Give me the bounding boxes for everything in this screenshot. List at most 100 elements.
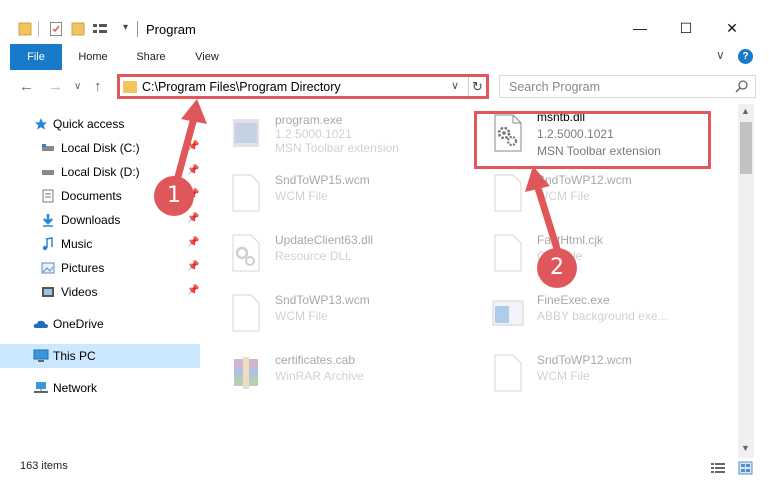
search-input[interactable]: Search Program <box>509 80 600 94</box>
blank-file-icon <box>232 174 260 212</box>
drive-icon <box>42 144 54 151</box>
address-path[interactable]: C:\Program Files\Program Directory <box>142 80 341 94</box>
vertical-scrollbar[interactable]: ▲ ▼ <box>738 104 754 458</box>
step-badge-2: 2 <box>537 248 577 288</box>
downloads-icon <box>43 214 53 227</box>
file-description: MSN Toolbar extension <box>275 141 399 155</box>
file-item-sndtowp12-wcm[interactable]: SndToWP12.wcm WCM File <box>477 165 712 221</box>
folder-icon[interactable] <box>18 21 32 37</box>
file-item-fasthtml-cjk[interactable]: FastHtml.cjk CJK File <box>477 225 712 281</box>
customize-toolbar-icon[interactable]: ▾ <box>123 22 128 33</box>
sidebar-item-network[interactable]: Network <box>0 376 200 400</box>
sidebar-item-music[interactable]: Music 📌 <box>0 232 200 256</box>
scroll-up-icon[interactable]: ▲ <box>741 106 750 116</box>
sidebar-item-onedrive[interactable]: OneDrive <box>0 312 200 336</box>
sidebar-item-pictures[interactable]: Pictures 📌 <box>0 256 200 280</box>
pin-icon[interactable]: 📌 <box>187 285 199 296</box>
step-badge-1: 1 <box>154 176 194 216</box>
file-name: FineExec.exe <box>537 293 610 307</box>
tab-share[interactable]: Share <box>128 44 174 70</box>
blank-file-icon <box>232 294 260 332</box>
recent-locations-button[interactable]: ∨ <box>74 81 81 92</box>
pictures-icon <box>41 262 55 274</box>
window-title: Program <box>146 22 196 37</box>
back-button[interactable]: ← <box>19 78 34 95</box>
scroll-thumb[interactable] <box>740 122 752 174</box>
forward-button[interactable]: → <box>48 78 63 95</box>
title-bar: ▾ Program — ☐ ✕ <box>0 0 769 40</box>
pin-icon[interactable]: 📌 <box>187 213 199 224</box>
music-icon <box>42 237 53 251</box>
file-name: SndToWP12.wcm <box>537 353 632 367</box>
file-type: ABBY background exe... <box>537 309 668 323</box>
videos-icon <box>42 287 54 297</box>
details-view-icon[interactable] <box>711 463 725 473</box>
cloud-icon <box>33 320 48 328</box>
file-item-sndtowp15-wcm[interactable]: SndToWP15.wcm WCM File <box>215 165 450 221</box>
pin-icon[interactable]: 📌 <box>187 141 199 152</box>
tab-file[interactable]: File <box>10 44 62 70</box>
file-item-program-exe[interactable]: program.exe 1.2.5000.1021 MSN Toolbar ex… <box>215 105 450 161</box>
dll-gear-icon <box>232 234 260 272</box>
sidebar-item-label: Quick access <box>53 117 125 131</box>
large-icons-view-icon[interactable] <box>738 461 753 475</box>
search-icon[interactable] <box>734 79 750 95</box>
address-dropdown-icon[interactable]: ∨ <box>451 79 459 92</box>
navigation-pane: Quick access Local Disk (C:) 📌 Local Dis… <box>0 110 208 455</box>
file-item-fineexec-exe[interactable]: FineExec.exe ABBY background exe... <box>477 285 712 341</box>
minimize-button[interactable]: — <box>617 14 663 42</box>
tab-home[interactable]: Home <box>70 44 116 70</box>
expand-ribbon-icon[interactable]: ∨ <box>716 48 725 62</box>
sidebar-item-local-disk-c[interactable]: Local Disk (C:) 📌 <box>0 136 200 160</box>
refresh-button[interactable]: ↻ <box>468 77 486 96</box>
pin-icon[interactable]: 📌 <box>187 165 199 176</box>
address-bar[interactable]: C:\Program Files\Program Directory ∨ ↻ <box>117 74 489 99</box>
help-icon[interactable]: ? <box>738 49 753 64</box>
sidebar-item-label: OneDrive <box>53 317 104 331</box>
file-name: SndToWP12.wcm <box>537 173 632 187</box>
computer-icon <box>33 349 49 362</box>
file-name: SndToWP15.wcm <box>275 173 370 187</box>
file-name: FastHtml.cjk <box>537 233 603 247</box>
sidebar-item-label: Downloads <box>61 213 121 227</box>
tab-view[interactable]: View <box>184 44 230 70</box>
exe-icon <box>233 119 259 147</box>
properties-icon[interactable] <box>49 21 63 37</box>
maximize-button[interactable]: ☐ <box>663 14 709 42</box>
sidebar-item-label: Music <box>61 237 93 251</box>
drive-icon <box>42 170 54 175</box>
file-type: WCM File <box>275 309 328 323</box>
file-item-sndtowp13-wcm[interactable]: SndToWP13.wcm WCM File <box>215 285 450 341</box>
file-version: 1.2.5000.1021 <box>275 127 352 141</box>
sidebar-item-videos[interactable]: Videos 📌 <box>0 280 200 304</box>
pin-icon[interactable]: 📌 <box>187 237 199 248</box>
file-name: program.exe <box>275 113 343 127</box>
blank-file-icon <box>494 354 522 392</box>
file-item-certificates-cab[interactable]: certificates.cab WinRAR Archive <box>215 345 450 401</box>
file-item-updateclient63-dll[interactable]: UpdateClient63.dll Resource DLL <box>215 225 450 281</box>
view-options-icon[interactable] <box>92 21 112 37</box>
file-name: SndToWP13.wcm <box>275 293 370 307</box>
file-type: WCM File <box>537 189 590 203</box>
pin-icon[interactable]: 📌 <box>187 261 199 272</box>
search-box[interactable]: Search Program <box>499 75 756 98</box>
up-button[interactable]: ↑ <box>94 78 102 95</box>
sidebar-item-this-pc[interactable]: This PC <box>0 344 200 368</box>
highlight-box-msntb-dll <box>474 111 711 169</box>
new-folder-icon[interactable] <box>71 21 85 37</box>
app-window-icon <box>492 300 524 326</box>
file-item-sndtowp12-wcm-2[interactable]: SndToWP12.wcm WCM File <box>477 345 712 401</box>
divider <box>38 21 39 37</box>
close-button[interactable]: ✕ <box>709 14 755 42</box>
sidebar-item-label: Documents <box>61 189 122 203</box>
documents-icon <box>42 189 54 203</box>
network-icon <box>34 382 48 393</box>
sidebar-item-label: Pictures <box>61 261 105 275</box>
file-type: WCM File <box>275 189 328 203</box>
scroll-down-icon[interactable]: ▼ <box>741 443 750 453</box>
file-type: WinRAR Archive <box>275 369 364 383</box>
file-type: WCM File <box>537 369 590 383</box>
sidebar-item-label: Local Disk (D:) <box>61 165 140 179</box>
sidebar-item-quick-access[interactable]: Quick access <box>0 112 200 136</box>
blank-file-icon <box>494 234 522 272</box>
